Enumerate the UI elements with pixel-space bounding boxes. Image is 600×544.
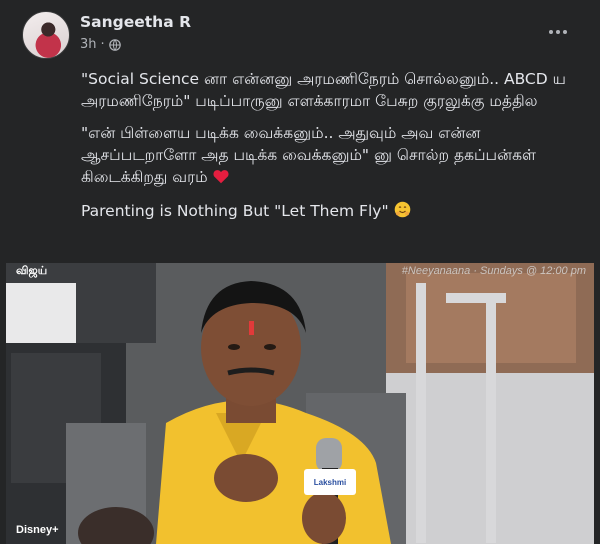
post-meta: 3h ·	[80, 37, 121, 52]
mic-brand-label: Lakshmi	[304, 469, 356, 495]
post-time[interactable]: 3h	[80, 37, 97, 52]
english-line-text: Parenting is Nothing But "Let Them Fly"	[81, 202, 389, 220]
globe-icon[interactable]	[108, 38, 121, 51]
separator-dot: ·	[100, 37, 105, 52]
post-header: Sangeetha R 3h ·	[0, 0, 600, 64]
post-text: "Social Science னா என்னனு அரமணிநேரம் சொல…	[81, 68, 586, 234]
post-paragraph-2: "என் பிள்ளைய படிக்க வைக்கனும்.. அதுவும் …	[81, 122, 586, 190]
post-paragraph-1: "Social Science னா என்னனு அரமணிநேரம் சொல…	[81, 70, 566, 110]
post-paragraph-2-text: "என் பிள்ளைய படிக்க வைக்கனும்.. அதுவும் …	[81, 124, 536, 186]
channel-logo: விஜய்	[16, 265, 48, 277]
photo-watermark: #Neeyanaana · Sundays @ 12:00 pm	[401, 265, 586, 277]
avatar[interactable]	[22, 11, 70, 59]
hugging-face-icon	[394, 201, 411, 224]
post-photo[interactable]: #Neeyanaana · Sundays @ 12:00 pm விஜய் L…	[6, 263, 594, 544]
streaming-logo: Disney+	[16, 524, 59, 536]
more-options-icon[interactable]	[544, 22, 572, 42]
red-heart-icon	[212, 168, 229, 190]
post-paragraph-3: Parenting is Nothing But "Let Them Fly"	[81, 200, 586, 224]
author-name[interactable]: Sangeetha R	[80, 13, 191, 31]
